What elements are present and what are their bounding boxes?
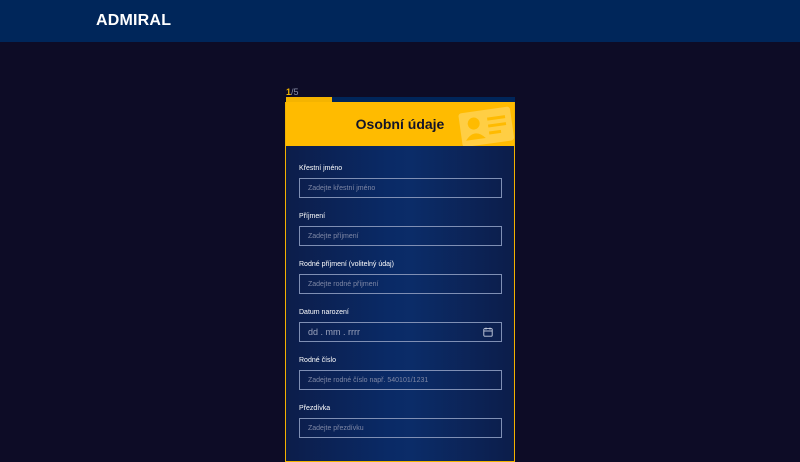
nickname-input[interactable]: Zadejte přezdívku — [299, 418, 502, 438]
first-name-label: Křestní jméno — [299, 165, 343, 172]
id-card-icon — [458, 106, 514, 146]
birth-number-input[interactable]: Zadejte rodné číslo např. 540101/1231 — [299, 370, 502, 390]
birth-surname-field: Rodné příjmení (volitelný údaj) Zadejte … — [299, 260, 502, 294]
personal-details-form: Osobní údaje Křestní jméno Zadejte křest… — [285, 102, 515, 462]
surname-label: Příjmení — [299, 213, 326, 220]
birth-date-placeholder: dd . mm . rrrr — [308, 327, 360, 337]
surname-input[interactable]: Zadejte příjmení — [299, 226, 502, 246]
birth-date-input[interactable]: dd . mm . rrrr — [299, 322, 502, 342]
birth-number-field: Rodné číslo Zadejte rodné číslo např. 54… — [299, 356, 502, 390]
top-bar: ADMIRAL — [0, 0, 800, 42]
first-name-input[interactable]: Zadejte křestní jméno — [299, 178, 502, 198]
birth-number-label: Rodné číslo — [299, 357, 336, 364]
nickname-label: Přezdívka — [299, 405, 331, 412]
form-header: Osobní údaje — [286, 102, 514, 146]
birth-surname-input[interactable]: Zadejte rodné příjmení — [299, 274, 502, 294]
birth-date-field: Datum narození dd . mm . rrrr — [299, 308, 502, 342]
admiral-logo[interactable]: ADMIRAL — [96, 12, 171, 30]
nickname-field: Přezdívka Zadejte přezdívku — [299, 404, 502, 438]
form-title: Osobní údaje — [355, 116, 445, 132]
birth-surname-label: Rodné příjmení (volitelný údaj) — [299, 261, 394, 268]
first-name-field: Křestní jméno Zadejte křestní jméno — [299, 164, 502, 198]
step-total: /5 — [291, 87, 299, 97]
birth-date-label: Datum narození — [299, 309, 349, 316]
surname-field: Příjmení Zadejte příjmení — [299, 212, 502, 246]
step-indicator: 1/5 — [286, 87, 299, 97]
calendar-icon[interactable] — [483, 327, 493, 337]
